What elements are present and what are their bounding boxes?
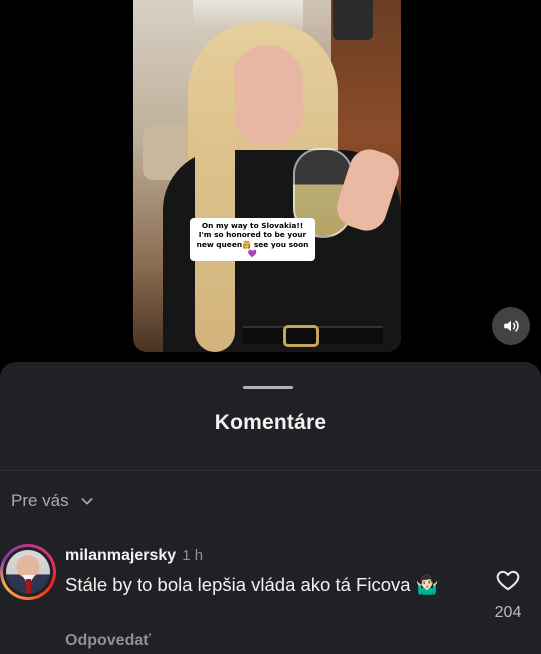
comment-item: milanmajersky 1 h Stále by to bola lepši… <box>0 544 541 654</box>
chevron-down-icon <box>81 498 93 505</box>
avatar[interactable] <box>0 544 56 600</box>
comment-sort-dropdown[interactable]: Pre vás <box>11 491 95 511</box>
caption-line: On my way to Slovakia!! <box>201 221 304 230</box>
comment-text: Stále by to bola lepšia vláda ako tá Fic… <box>65 574 439 595</box>
video-area[interactable]: On my way to Slovakia!! I'm so honored t… <box>0 0 541 362</box>
comment-username[interactable]: milanmajersky <box>65 547 176 565</box>
comments-sheet: Komentáre Pre vás milanmajersky 1 h Stál… <box>0 362 541 654</box>
sort-label: Pre vás <box>11 491 69 510</box>
caption-line: new queen👸 see you soon <box>196 239 309 249</box>
divider <box>0 470 541 471</box>
heart-icon[interactable] <box>495 567 521 593</box>
avatar-tie <box>26 579 31 593</box>
comment-timestamp: 1 h <box>182 547 204 564</box>
reply-button[interactable]: Odpovedať <box>65 632 151 650</box>
video-player[interactable] <box>133 0 401 352</box>
caption-line: 💜 <box>247 248 258 258</box>
speaker-icon <box>504 320 519 332</box>
sheet-drag-handle[interactable] <box>243 386 293 389</box>
video-caption-sticker: On my way to Slovakia!! I'm so honored t… <box>190 218 315 261</box>
sheet-title: Komentáre <box>214 411 327 434</box>
like-count: 204 <box>494 604 522 621</box>
belt-buckle <box>283 325 319 347</box>
comment-header: milanmajersky 1 h <box>65 547 203 565</box>
avatar-image <box>6 550 50 594</box>
person-face <box>231 45 303 145</box>
person-hair-front <box>195 60 235 352</box>
caption-line: I'm so honored to be your <box>198 230 307 240</box>
sound-toggle-button[interactable] <box>492 307 530 345</box>
cabin-window <box>333 0 373 40</box>
